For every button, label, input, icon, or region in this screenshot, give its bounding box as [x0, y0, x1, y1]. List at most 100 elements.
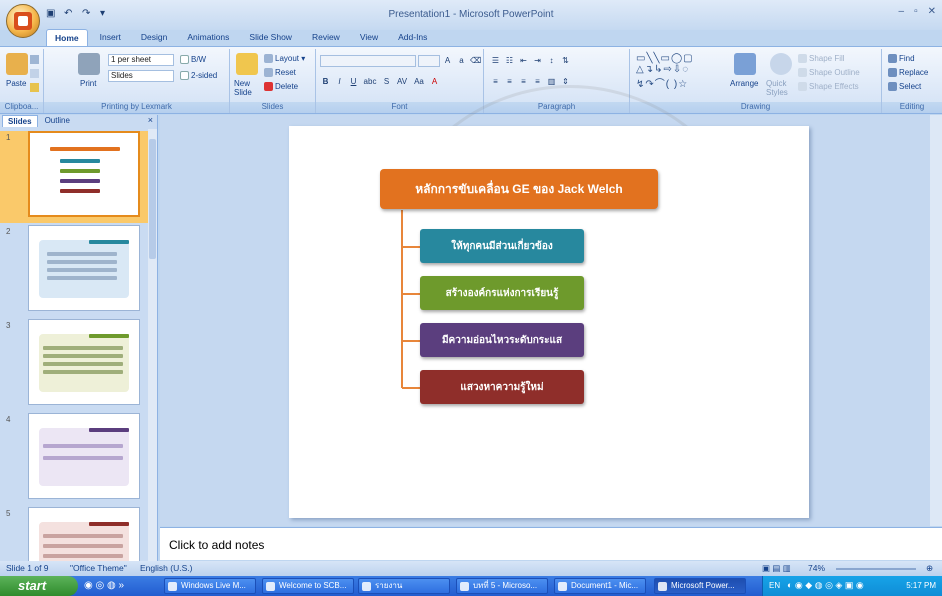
change-case-button[interactable]: Aa [412, 76, 426, 87]
slide-thumbnail-2[interactable]: 2 [0, 225, 148, 317]
shrink-font-icon[interactable]: a [456, 55, 467, 66]
fit-window-icon[interactable]: ⊕ [926, 563, 933, 574]
font-color-button[interactable]: A [429, 76, 440, 87]
new-slide-button[interactable]: New Slide [234, 79, 260, 97]
bw-checkbox[interactable]: B/W [180, 55, 206, 65]
align-left-icon[interactable]: ≡ [490, 76, 501, 87]
replace-button[interactable]: Replace [888, 68, 928, 78]
slide-thumbnail-4[interactable]: 4 [0, 413, 148, 505]
paste-button[interactable]: Paste [6, 79, 26, 88]
slide-title-box[interactable]: หลักการขับเคลื่อน GE ของ Jack Welch [380, 169, 658, 209]
slide-item-box-2[interactable]: สร้างองค์กรแห่งการเรียนรู้ [420, 276, 584, 310]
char-spacing-button[interactable]: AV [395, 76, 409, 87]
quick-styles-icon[interactable] [770, 53, 792, 75]
taskbar-item-4[interactable]: บทที่ 5 - Microso... [456, 578, 548, 594]
underline-button[interactable]: U [348, 76, 359, 87]
maximize-button[interactable]: ▫ [914, 6, 918, 17]
minimize-button[interactable]: – [899, 6, 905, 17]
slide-item-box-1[interactable]: ให้ทุกคนมีส่วนเกี่ยวข้อง [420, 229, 584, 263]
taskbar-item-2[interactable]: Welcome to SCB... [262, 578, 354, 594]
shape-fill-button[interactable]: Shape Fill [798, 54, 845, 64]
tab-view[interactable]: View [352, 29, 386, 46]
shadow-button[interactable]: S [381, 76, 392, 87]
strikethrough-button[interactable]: abc [362, 76, 378, 87]
quick-launch-icons[interactable]: ◉ ◎ ◍ » [84, 580, 124, 591]
slide-item-box-4[interactable]: แสวงหาความรู้ใหม่ [420, 370, 584, 404]
shapes-gallery[interactable]: ▭╲╲▭◯▢ △↴↳⇨⇩◌ ↯↷⌒( )☆ [636, 53, 694, 90]
view-buttons[interactable]: ▣ ▤ ▥ [762, 563, 791, 574]
bullets-icon[interactable]: ☰ [490, 55, 501, 66]
italic-button[interactable]: I [334, 76, 345, 87]
reset-label: Reset [275, 68, 296, 77]
layout-button[interactable]: Layout ▾ [264, 54, 305, 64]
zoom-slider[interactable] [836, 568, 916, 570]
paste-icon[interactable] [6, 53, 28, 75]
select-button[interactable]: Select [888, 82, 921, 92]
pane-scrollbar[interactable] [148, 129, 157, 561]
arrange-button[interactable]: Arrange [730, 79, 758, 88]
arrange-icon[interactable] [734, 53, 756, 75]
tray-icons[interactable]: ◐ ◉ ◆ ◍ ◎ ◈ ▣ ◉ [787, 580, 864, 591]
taskbar-item-5[interactable]: Document1 - Mic... [554, 578, 646, 594]
slide-item-box-3[interactable]: มีความอ่อนไหวระดับกระแส [420, 323, 584, 357]
taskbar-item-1[interactable]: Windows Live M... [164, 578, 256, 594]
slide-thumbnail-1[interactable]: 1 [0, 131, 148, 223]
new-slide-icon[interactable] [236, 53, 258, 75]
justify-icon[interactable]: ≡ [532, 76, 543, 87]
printer-icon[interactable] [78, 53, 100, 75]
decrease-indent-icon[interactable]: ⇤ [518, 55, 529, 66]
close-pane-icon[interactable]: × [148, 115, 153, 125]
thumbnail-number: 4 [6, 415, 11, 424]
delete-button[interactable]: Delete [264, 82, 298, 92]
line-spacing-icon[interactable]: ↕ [546, 55, 557, 66]
numbering-icon[interactable]: ☷ [504, 55, 515, 66]
clipboard-group: Paste Clipboa... [0, 49, 44, 113]
tab-slides[interactable]: Slides [2, 115, 38, 127]
format-painter-icon[interactable] [30, 83, 39, 92]
tab-add-ins[interactable]: Add-Ins [390, 29, 435, 46]
font-name-select[interactable] [320, 55, 416, 67]
tab-home[interactable]: Home [46, 29, 88, 46]
taskbar-item-6[interactable]: Microsoft Power... [654, 578, 746, 594]
tab-animations[interactable]: Animations [179, 29, 237, 46]
grow-font-icon[interactable]: A [442, 55, 453, 66]
two-sided-checkbox[interactable]: 2-sided [180, 71, 217, 81]
tab-slide-show[interactable]: Slide Show [241, 29, 300, 46]
notes-pane[interactable]: Click to add notes [160, 527, 942, 560]
align-center-icon[interactable]: ≡ [504, 76, 515, 87]
taskbar-item-3[interactable]: รายงาน [358, 578, 450, 594]
current-slide[interactable]: หลักการขับเคลื่อน GE ของ Jack Welch ให้ท… [289, 126, 809, 518]
slide-thumbnail-5[interactable]: 5 [0, 507, 148, 561]
start-button[interactable]: start [0, 576, 78, 596]
reset-button[interactable]: Reset [264, 68, 296, 78]
office-button[interactable] [6, 4, 40, 38]
increase-indent-icon[interactable]: ⇥ [532, 55, 543, 66]
language-indicator[interactable]: English (U.S.) [140, 563, 192, 573]
text-direction-icon[interactable]: ⇅ [560, 55, 571, 66]
find-button[interactable]: Find [888, 54, 915, 64]
language-bar[interactable]: EN [769, 581, 780, 590]
print-what-select[interactable]: Slides [108, 70, 174, 82]
tab-review[interactable]: Review [304, 29, 348, 46]
font-size-select[interactable] [418, 55, 440, 67]
pane-scroll-handle[interactable] [149, 139, 156, 259]
cut-icon[interactable] [30, 55, 39, 64]
taskbar-item-label: บทที่ 5 - Microso... [473, 581, 538, 590]
print-button[interactable]: Print [80, 79, 96, 88]
handout-select[interactable]: 1 per sheet [108, 54, 174, 66]
editor-scrollbar[interactable] [930, 115, 942, 526]
align-right-icon[interactable]: ≡ [518, 76, 529, 87]
shape-outline-button[interactable]: Shape Outline [798, 68, 860, 78]
tab-insert[interactable]: Insert [92, 29, 129, 46]
tab-outline[interactable]: Outline [40, 115, 75, 127]
close-button[interactable]: ✕ [928, 6, 936, 17]
copy-icon[interactable] [30, 69, 39, 78]
clear-format-icon[interactable]: ⌫ [470, 55, 481, 66]
zoom-level[interactable]: 74% [808, 563, 825, 573]
shape-effects-button[interactable]: Shape Effects [798, 82, 859, 92]
bold-button[interactable]: B [320, 76, 331, 87]
tab-design[interactable]: Design [133, 29, 175, 46]
thumbnail-number: 1 [6, 133, 11, 142]
slide-thumbnail-3[interactable]: 3 [0, 319, 148, 411]
quick-styles-button[interactable]: Quick Styles [766, 79, 794, 97]
